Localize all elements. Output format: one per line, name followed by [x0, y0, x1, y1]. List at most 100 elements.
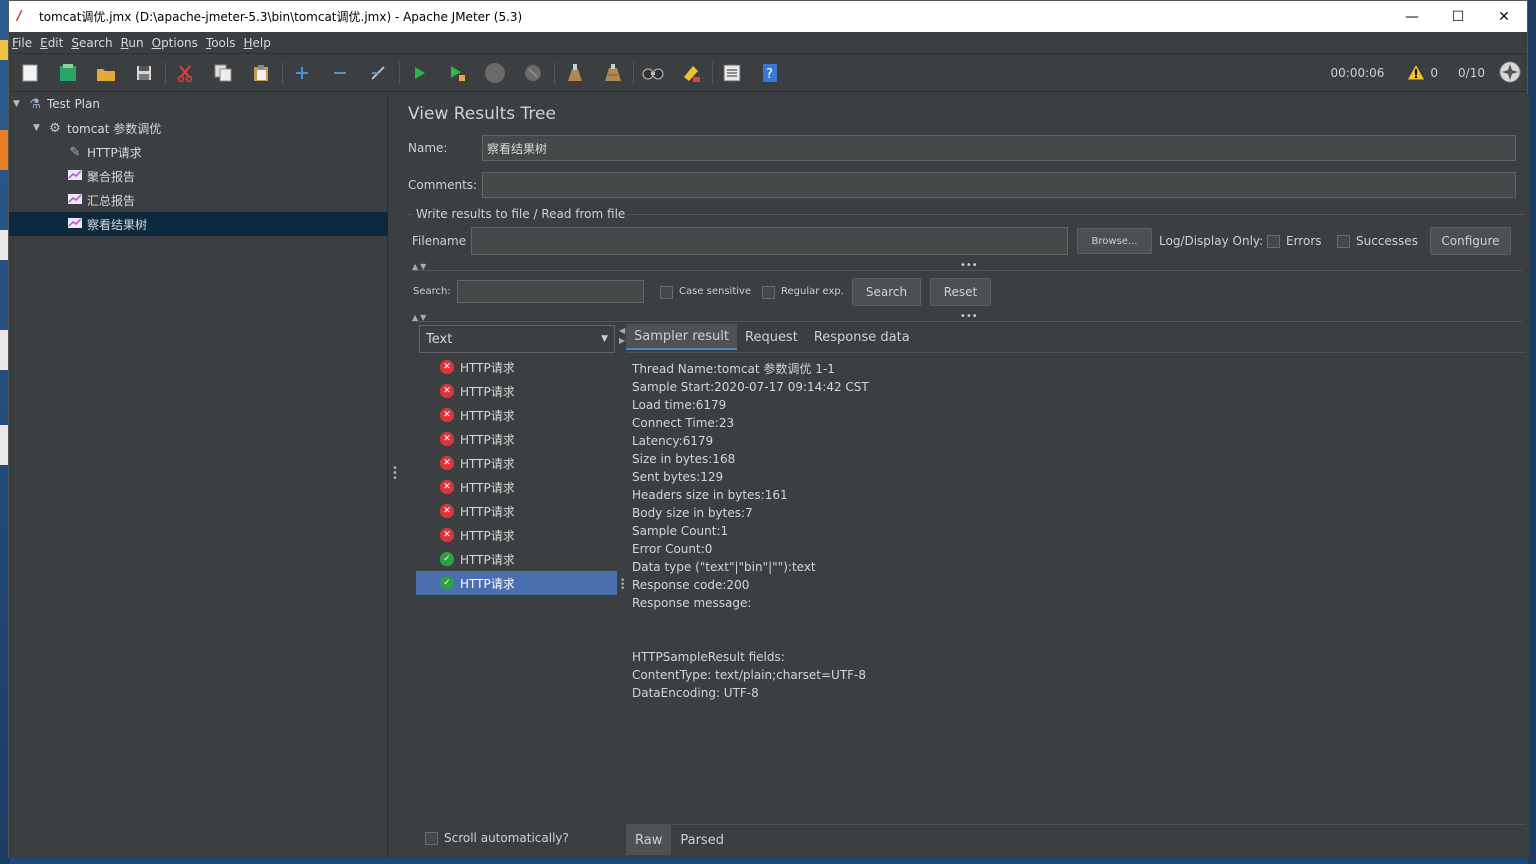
toolbar-separator	[282, 61, 283, 84]
split-left-arrow-icon[interactable]: ◀	[619, 326, 625, 335]
toggle-icon[interactable]	[365, 60, 391, 86]
tree-item-test-plan[interactable]: ▼ ⚗ Test Plan	[9, 92, 388, 116]
test-plan-tree: ▼ ⚗ Test Plan ▼ ⚙ tomcat 参数调优 ✎ HTTP请求 聚…	[9, 94, 388, 858]
result-item[interactable]: ✓ HTTP请求	[416, 571, 618, 595]
help-icon[interactable]: ?	[757, 60, 783, 86]
collapse-arrow-icon[interactable]: ▼	[33, 123, 45, 133]
name-field[interactable]: 察看结果树	[482, 135, 1516, 161]
tree-item-thread-group[interactable]: ▼ ⚙ tomcat 参数调优	[9, 116, 388, 140]
reset-button[interactable]: Reset	[930, 278, 991, 306]
error-shield-icon: ✕	[440, 480, 454, 494]
open-icon[interactable]	[93, 60, 119, 86]
toolbar: ? 00:00:06 0 0/10	[9, 54, 1527, 92]
error-shield-icon: ✕	[440, 528, 454, 542]
result-item-label: HTTP请求	[460, 360, 515, 375]
result-item-label: HTTP请求	[460, 480, 515, 495]
result-item[interactable]: ✕ HTTP请求	[416, 523, 618, 547]
collapse-arrow-icon[interactable]: ▼	[13, 99, 25, 109]
result-item[interactable]: ✕ HTTP请求	[416, 499, 618, 523]
start-no-pause-icon[interactable]	[444, 60, 470, 86]
search-button[interactable]: Search	[852, 278, 921, 306]
chevron-down-icon[interactable]: ▼	[601, 334, 608, 344]
result-item[interactable]: ✕ HTTP请求	[416, 427, 618, 451]
maximize-button[interactable]: ☐	[1435, 1, 1481, 32]
menu-file[interactable]: File	[12, 36, 32, 50]
warning-icon[interactable]	[1406, 62, 1427, 84]
result-item[interactable]: ✕ HTTP请求	[416, 379, 618, 403]
regex-checkbox[interactable]	[762, 286, 775, 299]
remote-status-icon[interactable]	[1499, 61, 1521, 86]
menu-run[interactable]: Run	[121, 36, 144, 50]
close-button[interactable]: ✕	[1481, 1, 1527, 32]
copy-icon[interactable]	[210, 60, 236, 86]
menu-help[interactable]: Help	[244, 36, 271, 50]
configure-button[interactable]: Configure	[1430, 227, 1511, 255]
tree-item-summary-report[interactable]: 汇总报告	[9, 188, 388, 212]
renderer-select[interactable]: Text ▼	[419, 325, 615, 353]
name-label: Name:	[408, 141, 448, 155]
tree-item-view-results-tree[interactable]: 察看结果树	[9, 212, 388, 236]
case-sensitive-checkbox[interactable]	[660, 286, 673, 299]
tab-raw[interactable]: Raw	[626, 825, 672, 855]
detail-tabs: Sampler result Request Response data	[626, 324, 918, 350]
minimize-button[interactable]: —	[1389, 1, 1435, 32]
filename-field[interactable]	[471, 227, 1068, 255]
successes-checkbox[interactable]	[1337, 235, 1350, 248]
detail-line: Size in bytes:168	[632, 452, 736, 466]
chart-icon	[65, 192, 85, 208]
elapsed-timer: 00:00:06	[1330, 66, 1385, 80]
menu-edit[interactable]: Edit	[40, 36, 63, 50]
paste-icon[interactable]	[248, 60, 274, 86]
divider-line	[412, 321, 1522, 322]
menu-mnemonic: S	[71, 35, 79, 50]
reset-search-icon[interactable]	[678, 60, 704, 86]
clear-all-icon[interactable]	[599, 60, 625, 86]
filename-label: Filename	[412, 234, 467, 248]
menu-label: un	[128, 35, 144, 50]
menu-options[interactable]: Options	[152, 36, 198, 50]
result-item[interactable]: ✕ HTTP请求	[416, 475, 618, 499]
expand-icon[interactable]	[289, 60, 315, 86]
error-shield-icon: ✕	[440, 504, 454, 518]
main-splitter[interactable]: • • •	[388, 94, 400, 858]
save-icon[interactable]	[131, 60, 157, 86]
sampler-result-text[interactable]: Thread Name:tomcat 参数调优 1-1 Sample Start…	[626, 352, 1526, 822]
splitter-grip-icon[interactable]: • • •	[620, 577, 625, 594]
tab-response-data[interactable]: Response data	[806, 324, 918, 350]
tree-item-http-request[interactable]: ✎ HTTP请求	[9, 140, 388, 164]
svg-text:?: ?	[766, 67, 773, 82]
function-helper-icon[interactable]	[719, 60, 745, 86]
collapse-icon[interactable]	[327, 60, 353, 86]
splitter-grip-icon[interactable]: • • •	[392, 464, 398, 484]
toolbar-separator	[633, 61, 634, 84]
log-display-label: Log/Display Only:	[1159, 234, 1264, 248]
menu-label: ools	[211, 35, 236, 50]
templates-icon[interactable]	[55, 60, 81, 86]
menu-label: earch	[78, 35, 113, 50]
clear-icon[interactable]	[561, 60, 587, 86]
tab-sampler-result[interactable]: Sampler result	[626, 324, 737, 350]
errors-checkbox[interactable]	[1267, 235, 1280, 248]
start-icon[interactable]	[406, 60, 432, 86]
result-item[interactable]: ✕ HTTP请求	[416, 355, 618, 379]
search-icon[interactable]	[640, 60, 666, 86]
tree-item-aggregate-report[interactable]: 聚合报告	[9, 164, 388, 188]
chart-icon	[65, 216, 85, 232]
new-icon[interactable]	[17, 60, 43, 86]
result-item[interactable]: ✕ HTTP请求	[416, 403, 618, 427]
search-divider[interactable]: ▲▼ •••	[412, 260, 1522, 274]
cut-icon[interactable]	[172, 60, 198, 86]
warning-count: 0	[1430, 66, 1439, 80]
comments-field[interactable]	[482, 172, 1516, 198]
search-input[interactable]	[457, 280, 644, 303]
result-item[interactable]: ✓ HTTP请求	[416, 547, 618, 571]
tab-request[interactable]: Request	[737, 324, 806, 350]
tab-parsed[interactable]: Parsed	[671, 825, 733, 855]
split-right-arrow-icon[interactable]: ▶	[619, 336, 625, 345]
menu-search[interactable]: Search	[71, 36, 112, 50]
menu-tools[interactable]: Tools	[206, 36, 236, 50]
scroll-auto-checkbox[interactable]	[425, 832, 438, 845]
browse-button[interactable]: Browse...	[1077, 228, 1152, 254]
result-item-label: HTTP请求	[460, 528, 515, 543]
result-item[interactable]: ✕ HTTP请求	[416, 451, 618, 475]
